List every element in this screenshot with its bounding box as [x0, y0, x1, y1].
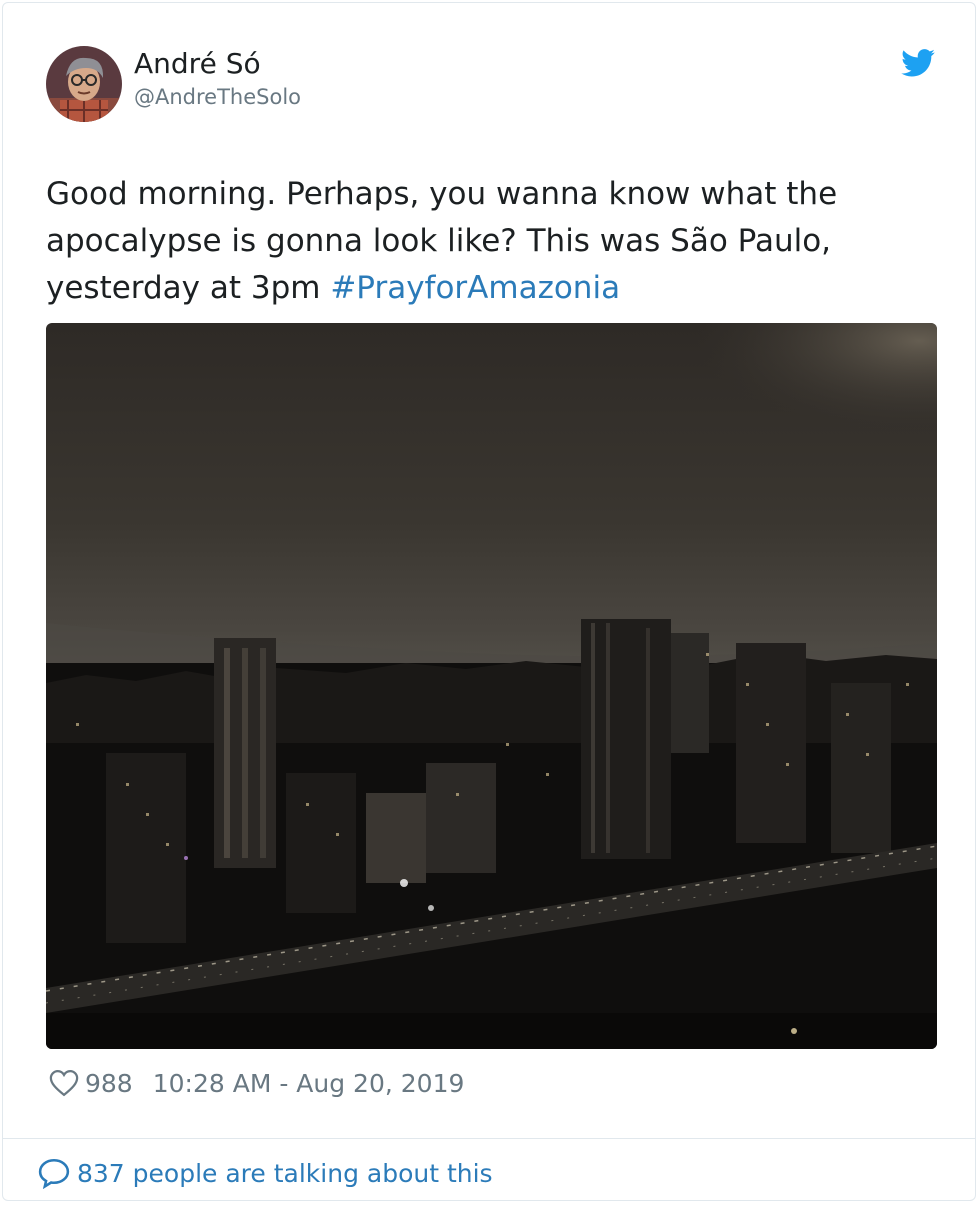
like-count[interactable]: 988	[85, 1069, 133, 1098]
heart-icon[interactable]	[49, 1069, 79, 1097]
tweet-text: Good morning. Perhaps, you wanna know wh…	[46, 171, 941, 312]
author-handle[interactable]: @AndreTheSolo	[134, 83, 301, 111]
talking-text[interactable]: 837 people are talking about this	[77, 1159, 493, 1188]
author-name[interactable]: André Só	[134, 47, 261, 81]
speech-bubble-icon	[38, 1158, 70, 1189]
photo-dark-city-skyline	[46, 323, 937, 1049]
tweet-meta: 988 10:28 AM - Aug 20, 2019	[49, 1065, 464, 1101]
tweet-line: Good morning. Perhaps, you wanna know wh…	[46, 176, 838, 212]
tweet-line: apocalypse is gonna look like? This was …	[46, 223, 832, 259]
avatar-illustration	[46, 46, 122, 122]
hashtag-link[interactable]: #PrayforAmazonia	[330, 270, 620, 306]
tweet-line: yesterday at 3pm #PrayforAmazonia	[46, 265, 941, 312]
twitter-bird-icon[interactable]	[901, 49, 935, 77]
tweet-photo[interactable]	[46, 323, 937, 1049]
conversation-link[interactable]: 837 people are talking about this	[37, 1155, 493, 1191]
tweet-timestamp[interactable]: 10:28 AM - Aug 20, 2019	[153, 1069, 465, 1098]
tweet-line-text: yesterday at 3pm	[46, 270, 331, 306]
tweet-card: André Só @AndreTheSolo Good morning. Per…	[2, 2, 976, 1201]
avatar[interactable]	[46, 46, 122, 122]
divider	[3, 1138, 975, 1139]
